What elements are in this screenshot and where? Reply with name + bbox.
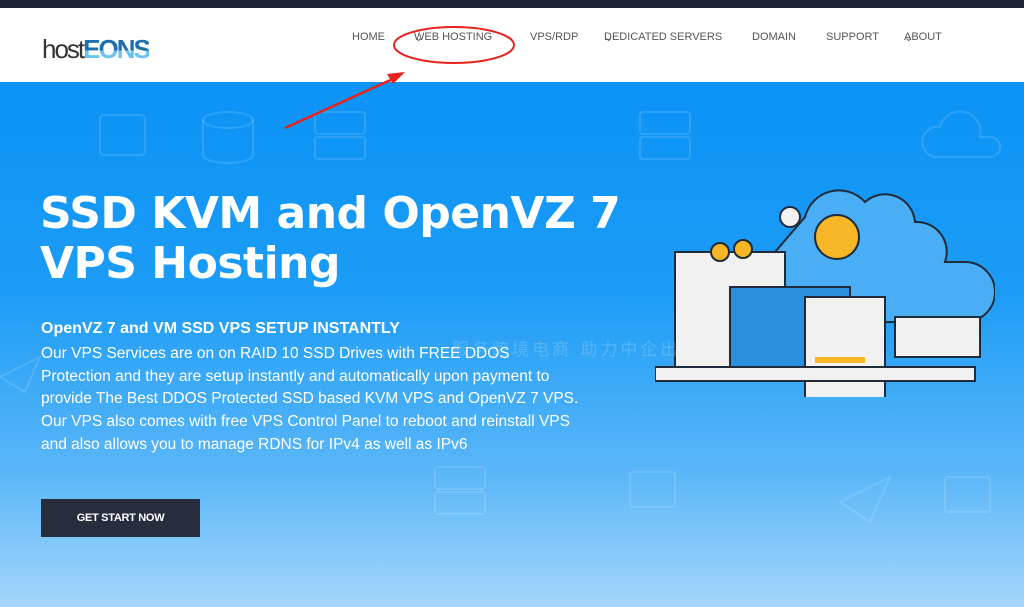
hero-subtitle: OpenVZ 7 and VM SSD VPS SETUP INSTANTLY — [41, 320, 400, 337]
hero-section: 服务跨境电商 助力中企出海 SSD KVM and OpenVZ 7 VPS H… — [0, 82, 1024, 607]
hero-title: SSD KVM and OpenVZ 7 VPS Hosting — [40, 188, 621, 289]
nav-label: DEDICATED SERVERS — [604, 31, 723, 43]
chevron-down-icon: ⌄ — [414, 32, 424, 44]
main-nav: HOME WEB HOSTING ⌄ VPS/RDP DEDICATED SER… — [0, 31, 1024, 45]
nav-home[interactable]: HOME — [352, 31, 385, 43]
nav-domain[interactable]: DOMAIN — [752, 31, 796, 43]
chevron-down-icon: ⌄ — [904, 32, 914, 44]
nav-label: WEB HOSTING — [414, 31, 493, 43]
chevron-down-icon: ⌄ — [604, 32, 614, 44]
get-start-now-button[interactable]: GET START NOW — [41, 499, 200, 537]
top-bar — [0, 0, 1024, 8]
nav-vps-rdp[interactable]: VPS/RDP — [530, 31, 578, 43]
hero-description: Our VPS Services are on on RAID 10 SSD D… — [41, 345, 579, 453]
site-header: hostEONS — [0, 8, 1024, 82]
nav-support[interactable]: SUPPORT — [826, 31, 879, 43]
server-illustration — [655, 189, 995, 397]
